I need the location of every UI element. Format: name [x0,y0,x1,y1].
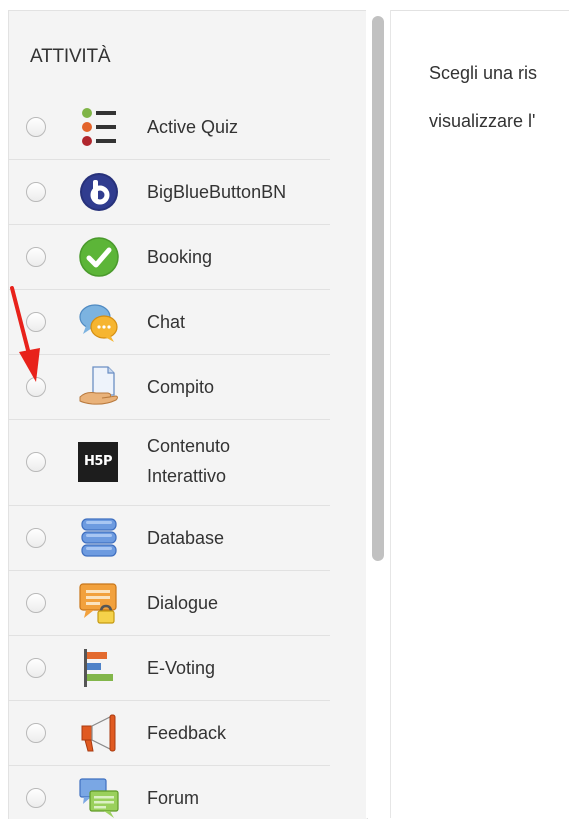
activity-label: Dialogue [147,593,219,613]
radio-button[interactable] [26,528,46,548]
activity-label: Active Quiz [147,117,239,137]
activity-label: E-Voting [147,658,216,678]
database-icon [81,518,117,557]
radio-button[interactable] [26,117,46,137]
megaphone-icon [81,714,116,752]
radio-button[interactable] [26,182,46,202]
evoting-bars-icon [84,649,113,687]
activity-label: Chat [147,312,186,332]
activity-row-active-quiz[interactable]: Active Quiz [8,95,330,160]
activity-label-line1: Contenuto [147,436,231,456]
description-line-2: visualizzare l' [429,111,536,131]
activity-row-database[interactable]: Database [8,506,330,571]
radio-button[interactable] [26,723,46,743]
activity-row-forum[interactable]: Forum [8,766,330,830]
activity-label-line2: Interattivo [147,466,227,486]
booking-check-icon [79,237,119,277]
activity-label: BigBlueButtonBN [147,182,287,202]
description-line-1: Scegli una ris [429,63,538,83]
activity-row-compito[interactable]: Compito [8,355,330,420]
bigbluebutton-icon [80,173,118,211]
activity-row-contenuto-interattivo[interactable]: H5P Contenuto Interattivo [8,420,330,506]
radio-button[interactable] [26,593,46,613]
forum-bubbles-icon [79,778,119,818]
radio-button[interactable] [26,788,46,808]
activity-row-chat[interactable]: Chat [8,290,330,355]
activity-row-booking[interactable]: Booking [8,225,330,290]
activity-row-evoting[interactable]: E-Voting [8,636,330,701]
radio-button[interactable] [26,247,46,267]
activity-label: Booking [147,247,213,267]
h5p-icon: H5P [78,442,118,482]
scrollbar-thumb[interactable] [372,16,384,561]
activity-label: Feedback [147,723,227,743]
activity-label: Compito [147,377,215,397]
activity-row-feedback[interactable]: Feedback [8,701,330,766]
activity-row-bigbluebutton[interactable]: BigBlueButtonBN [8,160,330,225]
activity-label: Forum [147,788,200,808]
activity-row-dialogue[interactable]: Dialogue [8,571,330,636]
section-heading: ATTIVITÀ [30,46,111,67]
activity-label: Database [147,528,225,548]
description-panel: Scegli una ris visualizzare l' [391,10,569,819]
radio-button[interactable] [26,658,46,678]
assignment-hand-icon [79,366,118,405]
chat-bubbles-icon [79,304,118,342]
radio-button[interactable] [26,452,46,472]
red-arrow-icon [10,286,40,382]
active-quiz-icon [82,108,116,146]
dialogue-lock-icon [79,583,117,624]
